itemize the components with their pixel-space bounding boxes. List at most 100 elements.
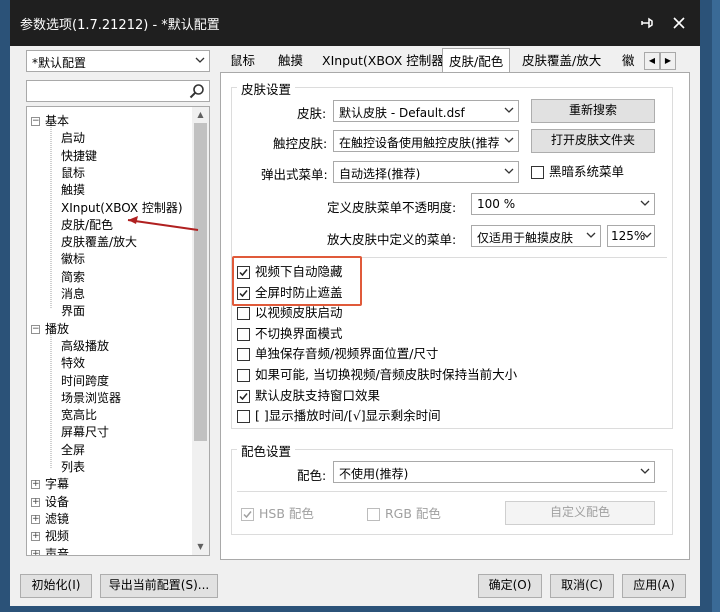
hsb-label: HSB 配色 [259, 506, 314, 521]
open-skin-folder-button[interactable]: 打开皮肤文件夹 [531, 129, 655, 153]
color-scheme-select[interactable]: 不使用(推荐) [333, 461, 655, 483]
checkbox-box [237, 369, 250, 382]
opacity-label: 定义皮肤菜单不透明度: [327, 200, 457, 215]
color-scheme-label: 配色: [297, 468, 327, 483]
tree-item[interactable]: 视频 [45, 528, 69, 545]
desktop-strip [712, 0, 720, 612]
tab-touch[interactable]: 触摸 [278, 50, 303, 72]
tab-scroll-left-icon[interactable]: ◀ [644, 52, 660, 70]
settings-tree: ▲ ▼ − 基本 启动 快捷键 鼠标 触摸 XInput(XBOX 控制器) 皮肤/配色 皮肤覆… [26, 106, 210, 556]
zoom-menu-select[interactable]: 仅适用于触摸皮肤 [471, 225, 601, 247]
tab-mouse[interactable]: 鼠标 [230, 50, 255, 72]
skin-option-checkbox[interactable]: [ ]显示播放时间/[√]显示剩余时间 [237, 407, 441, 425]
ok-button[interactable]: 确定(O) [478, 574, 542, 598]
tree-item[interactable]: 列表 [61, 459, 85, 476]
apply-button[interactable]: 应用(A) [622, 574, 686, 598]
tree-item[interactable]: 时间跨度 [61, 373, 109, 390]
tab-xinput[interactable]: XInput(XBOX 控制器) [322, 50, 449, 72]
chevron-down-icon [504, 168, 514, 174]
pin-icon[interactable] [636, 12, 658, 34]
dark-menu-checkbox[interactable]: 黑暗系统菜单 [531, 163, 624, 181]
skin-option-checkbox[interactable]: 不切换界面模式 [237, 325, 343, 343]
collapse-icon[interactable]: − [31, 324, 40, 334]
scroll-down-icon[interactable]: ▼ [192, 539, 209, 555]
tree-item[interactable]: 字幕 [45, 476, 69, 493]
tree-item[interactable]: 特效 [61, 355, 85, 372]
preferences-window: 参数选项(1.7.21212) - *默认配置 *默认配置 ▲ ▼ − 基本 启… [10, 0, 700, 606]
tree-item[interactable]: 滤镜 [45, 511, 69, 528]
skin-select-value: 默认皮肤 - Default.dsf [339, 106, 465, 120]
zoom-percent-select[interactable]: 125% [607, 225, 655, 247]
tab-logo[interactable]: 徽 [622, 50, 635, 72]
tree-item[interactable]: 声音 [45, 546, 69, 556]
chevron-down-icon [504, 107, 514, 113]
tree-item[interactable]: 场景浏览器 [61, 390, 121, 407]
tree-item[interactable]: 鼠标 [61, 165, 85, 182]
zoom-menu-label: 放大皮肤中定义的菜单: [327, 232, 457, 247]
annotation-arrow [127, 216, 199, 231]
search-input[interactable] [26, 80, 210, 102]
tree-item[interactable]: 界面 [61, 303, 85, 320]
tree-item[interactable]: 宽高比 [61, 407, 97, 424]
checkbox-box [237, 327, 250, 341]
divider [237, 491, 667, 492]
tree-item[interactable]: 简索 [61, 269, 85, 286]
export-config-button[interactable]: 导出当前配置(S)... [100, 574, 218, 598]
tree-item[interactable]: 触摸 [61, 182, 85, 199]
opacity-select-value: 100 % [477, 197, 516, 211]
tab-scroll-right-icon[interactable]: ▶ [660, 52, 676, 70]
touch-skin-select[interactable]: 在触控设备使用触控皮肤(推荐 [333, 130, 519, 152]
opacity-select[interactable]: 100 % [471, 193, 655, 215]
tab-skin-override[interactable]: 皮肤覆盖/放大 [522, 50, 601, 72]
expand-icon[interactable]: + [31, 497, 40, 507]
popup-menu-select[interactable]: 自动选择(推荐) [333, 161, 519, 183]
chevron-down-icon [504, 137, 514, 143]
skin-option-checkbox[interactable]: 默认皮肤支持窗口效果 [237, 387, 380, 405]
skin-option-checkbox[interactable]: 单独保存音频/视频界面位置/尺寸 [237, 345, 438, 363]
expand-icon[interactable]: + [31, 549, 40, 555]
tree-item[interactable]: 高级播放 [61, 338, 109, 355]
rescan-button[interactable]: 重新搜索 [531, 99, 655, 123]
tree-item[interactable]: 屏幕尺寸 [61, 424, 109, 441]
scroll-thumb[interactable] [194, 123, 207, 441]
tree-item[interactable]: 消息 [61, 286, 85, 303]
profile-select[interactable]: *默认配置 [26, 50, 210, 72]
tab-skin-color[interactable]: 皮肤/配色 [442, 48, 511, 74]
skin-option-checkbox[interactable]: 如果可能, 当切换视频/音频皮肤时保持当前大小 [237, 366, 517, 384]
check-icon [243, 511, 252, 519]
tree-item[interactable]: 设备 [45, 494, 69, 511]
tree-item[interactable]: 启动 [61, 130, 85, 147]
skin-option-label: [ ]显示播放时间/[√]显示剩余时间 [255, 408, 441, 424]
tree-scrollbar[interactable]: ▲ ▼ [192, 107, 209, 555]
expand-icon[interactable]: + [31, 532, 40, 542]
custom-color-button[interactable]: 自定义配色 [505, 501, 655, 525]
tree-item[interactable]: 播放 [45, 321, 69, 338]
init-button[interactable]: 初始化(I) [20, 574, 92, 598]
tree-item[interactable]: 徽标 [61, 251, 85, 268]
check-icon [239, 392, 248, 400]
tree-item[interactable]: 基本 [45, 113, 69, 130]
touch-skin-label: 触控皮肤: [273, 136, 328, 151]
tree-item[interactable]: 全屏 [61, 442, 85, 459]
scroll-up-icon[interactable]: ▲ [192, 107, 209, 123]
search-icon[interactable] [189, 83, 205, 99]
settings-panel: 皮肤设置 皮肤: 默认皮肤 - Default.dsf 重新搜索 触控皮肤: 在… [220, 72, 690, 560]
title-bar: 参数选项(1.7.21212) - *默认配置 [10, 0, 700, 46]
cancel-button[interactable]: 取消(C) [550, 574, 614, 598]
tree-item[interactable]: 快捷键 [61, 148, 97, 165]
expand-icon[interactable]: + [31, 514, 40, 524]
tree-item[interactable]: 皮肤/配色 [61, 217, 113, 234]
color-settings-title: 配色设置 [237, 441, 296, 460]
rgb-checkbox[interactable]: RGB 配色 [367, 505, 441, 523]
skin-select[interactable]: 默认皮肤 - Default.dsf [333, 100, 519, 122]
expand-icon[interactable]: + [31, 480, 40, 490]
chevron-down-icon [640, 468, 650, 474]
close-icon[interactable] [668, 12, 690, 34]
highlight-box [232, 256, 362, 306]
skin-option-checkbox[interactable]: 以视频皮肤启动 [237, 304, 343, 322]
popup-menu-select-value: 自动选择(推荐) [339, 167, 421, 181]
hsb-checkbox[interactable]: HSB 配色 [241, 505, 314, 523]
collapse-icon[interactable]: − [31, 117, 40, 126]
popup-menu-label: 弹出式菜单: [261, 167, 328, 182]
chevron-down-icon [642, 232, 652, 238]
